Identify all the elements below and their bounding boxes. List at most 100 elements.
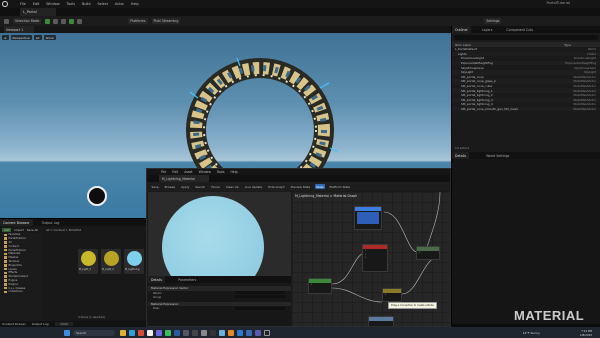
prop-group-field[interactable] (235, 295, 285, 299)
pixel-streaming-button[interactable]: Pixel Streaming (151, 18, 181, 24)
terminal-icon[interactable] (210, 329, 216, 336)
material-tab[interactable]: M_Lightning_Material (159, 175, 209, 182)
tab-content-browser[interactable]: Content Browser (0, 219, 33, 226)
tab-component-cuts[interactable]: Component Cuts (503, 26, 536, 33)
me-toolbar-button[interactable]: Search (194, 184, 207, 189)
tree-item[interactable]: Collections (0, 290, 42, 294)
viewport-options-button[interactable]: ≡ (2, 35, 9, 40)
me-toolbar-button[interactable]: Platform Stats (328, 184, 352, 189)
save-all-button[interactable]: Save All (27, 228, 38, 232)
taskbar-search-input[interactable]: Search (73, 329, 115, 336)
material-graph[interactable]: M_Lightning_Material > Material Graph • •… (292, 192, 450, 326)
menu-build[interactable]: Build (82, 2, 91, 6)
output-log-button[interactable]: Output Log (32, 322, 49, 326)
me-menu-file[interactable]: File (161, 170, 166, 174)
level-tab[interactable]: L_Portal (20, 8, 56, 16)
viewport-tab[interactable]: Viewport 1 (4, 26, 34, 33)
obs-icon[interactable] (192, 329, 198, 336)
photoshop-icon[interactable] (174, 329, 180, 336)
player-start-icon[interactable] (87, 186, 107, 206)
me-toolbar-button[interactable]: Browse (163, 184, 177, 189)
epic-icon[interactable] (264, 329, 270, 336)
node-noise[interactable]: • (308, 278, 332, 294)
prop-param-field[interactable] (235, 291, 285, 295)
me-toolbar-button[interactable]: Preview Stats (289, 184, 312, 189)
cinematics-icon[interactable] (61, 18, 67, 24)
menu-help[interactable]: Help (131, 2, 139, 6)
menu-window[interactable]: Window (46, 2, 59, 6)
blender-icon[interactable] (228, 329, 234, 336)
cmd-input[interactable]: Cmd (54, 322, 74, 326)
discord-icon[interactable] (156, 329, 162, 336)
node-material-result[interactable] (354, 206, 382, 230)
lit-button[interactable]: Lit (33, 35, 42, 40)
asset-thumbnail[interactable]: M_Lightning (124, 249, 144, 274)
file-explorer-icon[interactable] (120, 329, 126, 336)
tab-world-settings[interactable]: World Settings (483, 152, 512, 159)
tab-material-details[interactable]: Details (148, 276, 166, 283)
me-menu-edit[interactable]: Edit (172, 170, 178, 174)
me-menu-window[interactable]: Window (199, 170, 211, 174)
column-type[interactable]: Type (564, 43, 571, 47)
column-item-label[interactable]: Item Label (455, 43, 471, 47)
menu-edit[interactable]: Edit (33, 2, 40, 6)
spotify-icon[interactable] (165, 329, 171, 336)
tab-output-log[interactable]: Output Log (39, 219, 63, 226)
platforms-button[interactable]: Platforms (128, 18, 148, 24)
import-button[interactable]: Import (14, 228, 23, 232)
stop-icon[interactable] (77, 18, 83, 24)
mail-icon[interactable] (246, 329, 252, 336)
steam-icon[interactable] (183, 329, 189, 336)
content-drawer-button[interactable]: Content Drawer (2, 322, 26, 326)
prop-desc-field[interactable] (235, 306, 285, 310)
add-icon[interactable] (45, 18, 51, 24)
me-toolbar-button[interactable]: Apply (180, 184, 191, 189)
teams-icon[interactable] (255, 329, 261, 336)
material-preview-viewport[interactable] (148, 192, 291, 276)
menu-file[interactable]: File (20, 2, 26, 6)
me-toolbar-button[interactable]: Home (210, 184, 222, 189)
node-texcoord[interactable] (368, 316, 394, 326)
node-panner[interactable]: • (382, 288, 402, 302)
weather-widget[interactable]: 22°F Sunny (523, 331, 540, 335)
path-breadcrumb[interactable]: All > Content > PortalTut (46, 228, 81, 232)
chrome-icon[interactable] (138, 329, 144, 336)
me-toolbar-button[interactable]: Save (150, 184, 160, 189)
play-icon[interactable] (69, 18, 75, 24)
asset-thumbnail[interactable]: M_Light_2 (101, 249, 121, 274)
show-button[interactable]: Show (43, 35, 56, 40)
edge-icon[interactable] (129, 329, 135, 336)
unreal-logo-icon[interactable] (2, 1, 8, 7)
outliner-row[interactable]: SM_portal_cone_smooth_gen_HD_mesh StaticM… (452, 106, 600, 112)
taskbar-clock[interactable]: 7:21 PM 1/8/2023 (580, 329, 592, 337)
notepad-icon[interactable] (219, 329, 225, 336)
settings-button[interactable]: Settings (484, 18, 502, 24)
me-toolbar-button[interactable]: Hide Graph (267, 184, 286, 189)
tab-outliner[interactable]: Outliner (452, 26, 471, 33)
tab-details[interactable]: Details (452, 152, 470, 159)
menu-actor[interactable]: Actor (115, 2, 124, 6)
unreal-taskbar-icon[interactable] (147, 329, 153, 336)
me-menu-asset[interactable]: Asset (184, 170, 192, 174)
asset-thumbnail[interactable]: M_Light_1 (78, 249, 98, 274)
blueprint-icon[interactable] (53, 18, 59, 24)
me-toolbar-button[interactable]: Clean Up (224, 184, 240, 189)
me-toolbar-button[interactable]: Stats (314, 184, 326, 189)
vscode-icon[interactable] (237, 329, 243, 336)
menu-tools[interactable]: Tools (67, 2, 75, 6)
tab-layers[interactable]: Layers (479, 26, 496, 33)
add-button[interactable]: Add (2, 227, 12, 232)
tab-parameters[interactable]: Parameters (175, 276, 199, 283)
node-lerp[interactable]: • (416, 246, 440, 260)
me-toolbar-button[interactable]: Live Update (243, 184, 263, 189)
perspective-button[interactable]: Perspective (10, 35, 32, 40)
windows-start-icon[interactable] (64, 329, 70, 336)
outliner-search-input[interactable] (454, 35, 598, 40)
settings-app-icon[interactable] (201, 329, 207, 336)
save-icon[interactable] (4, 18, 9, 24)
me-menu-help[interactable]: Help (230, 170, 237, 174)
selection-mode-button[interactable]: Selection Mode (13, 18, 42, 24)
menu-select[interactable]: Select (98, 2, 108, 6)
node-lightning[interactable]: • • • (362, 244, 388, 272)
me-menu-tools[interactable]: Tools (217, 170, 225, 174)
